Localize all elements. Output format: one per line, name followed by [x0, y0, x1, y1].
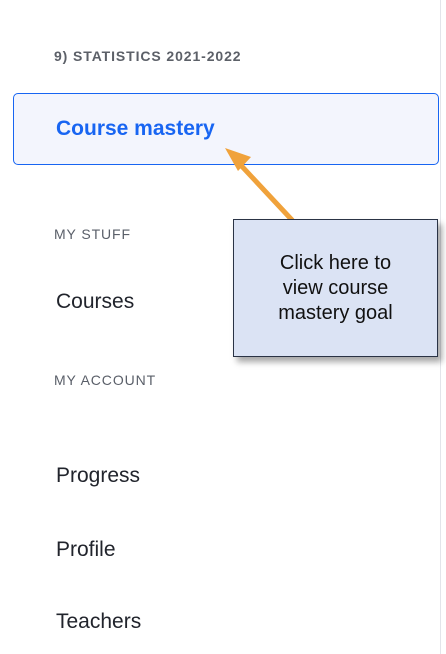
sidebar-item-courses[interactable]: Courses: [56, 290, 134, 314]
sidebar-item-teachers[interactable]: Teachers: [56, 610, 141, 634]
sidebar-item-course-mastery[interactable]: Course mastery: [13, 93, 439, 165]
sidebar-nav: 9) STATISTICS 2021-2022 Course mastery M…: [0, 0, 446, 654]
callout-text: Click here to view course mastery goal: [278, 251, 393, 324]
section-title-my-account: MY ACCOUNT: [54, 372, 157, 388]
arrow-shaft: [233, 157, 295, 223]
sidebar-divider: [440, 0, 441, 654]
sidebar-item-profile[interactable]: Profile: [56, 538, 116, 562]
course-title: 9) STATISTICS 2021-2022: [54, 48, 242, 64]
sidebar-item-progress[interactable]: Progress: [56, 464, 140, 488]
annotation-callout: Click here to view course mastery goal: [233, 219, 438, 357]
sidebar-item-label: Course mastery: [56, 117, 215, 140]
section-title-my-stuff: MY STUFF: [54, 226, 131, 242]
